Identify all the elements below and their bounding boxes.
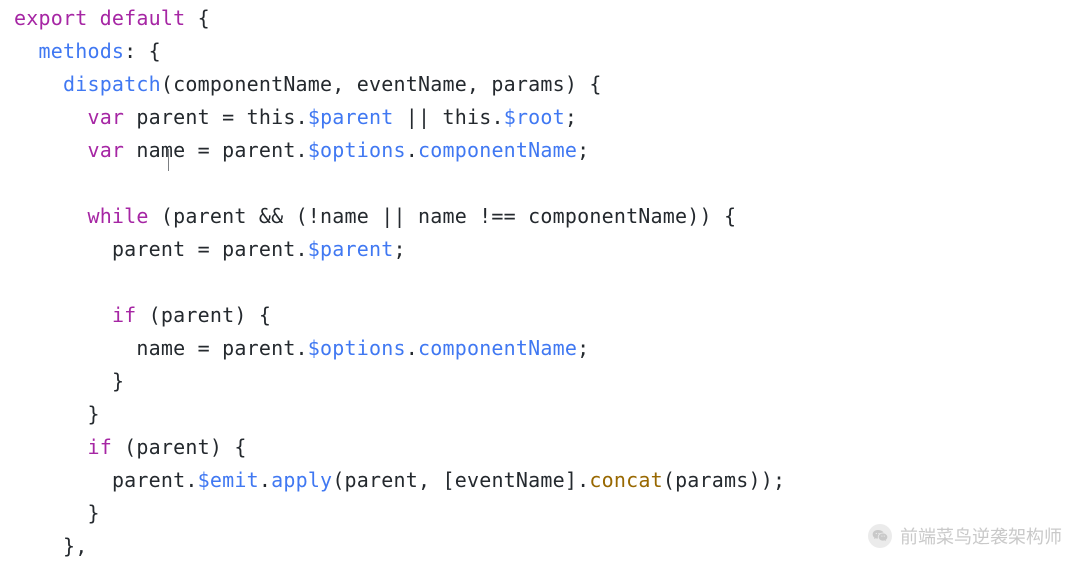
- code-line: name = parent.$options.componentName;: [14, 336, 589, 360]
- token-pun: ;: [577, 336, 589, 360]
- code-block: export default { methods: { dispatch(com…: [0, 0, 1080, 563]
- token-dol: $emit: [198, 468, 259, 492]
- token-kw: if: [112, 303, 136, 327]
- token-pun: ;: [565, 105, 577, 129]
- token-dol: $parent: [308, 105, 394, 129]
- token-pun: (parent && (!name || name !== componentN…: [149, 204, 737, 228]
- token-con: concat: [589, 468, 662, 492]
- token-dol: $options: [308, 138, 406, 162]
- token-pun: name = parent.: [136, 336, 307, 360]
- code-line: var name = parent.$options.componentName…: [14, 138, 589, 162]
- token-pun: (parent) {: [136, 303, 271, 327]
- code-line: }: [14, 501, 100, 525]
- token-pun: .: [491, 105, 503, 129]
- token-pun: (params));: [663, 468, 785, 492]
- code-line: if (parent) {: [14, 303, 271, 327]
- token-kw: var: [87, 105, 124, 129]
- token-pun: },: [63, 534, 87, 558]
- code-line: if (parent) {: [14, 435, 247, 459]
- token-id: methods: [38, 39, 124, 63]
- watermark-text: 前端菜鸟逆袭架构师: [900, 523, 1062, 549]
- token-pun: name = parent.: [124, 138, 308, 162]
- code-line: var parent = this.$parent || this.$root;: [14, 105, 577, 129]
- token-pun: .: [406, 138, 418, 162]
- token-pun: .: [406, 336, 418, 360]
- code-line: while (parent && (!name || name !== comp…: [14, 204, 736, 228]
- token-pun: ||: [394, 105, 443, 129]
- code-line: methods: {: [14, 39, 161, 63]
- token-kw: export default: [14, 6, 185, 30]
- token-kw: var: [87, 138, 124, 162]
- token-id: dispatch: [63, 72, 161, 96]
- token-dol: $options: [308, 336, 406, 360]
- code-line: },: [14, 534, 87, 558]
- token-pun: : {: [124, 39, 161, 63]
- token-prop: componentName: [418, 336, 577, 360]
- token-pun: ;: [393, 237, 405, 261]
- token-th: this: [442, 105, 491, 129]
- wechat-icon: [868, 524, 892, 548]
- token-pun: parent =: [124, 105, 246, 129]
- watermark: 前端菜鸟逆袭架构师: [868, 523, 1062, 549]
- token-prop: componentName: [418, 138, 577, 162]
- token-pun: }: [112, 369, 124, 393]
- token-pun: ;: [577, 138, 589, 162]
- token-pun: parent = parent.: [112, 237, 308, 261]
- code-line: parent.$emit.apply(parent, [eventName].c…: [14, 468, 785, 492]
- token-pun: (parent) {: [112, 435, 247, 459]
- code-line: export default {: [14, 6, 210, 30]
- code-line: parent = parent.$parent;: [14, 237, 406, 261]
- token-kw: if: [87, 435, 111, 459]
- token-pun: .: [296, 105, 308, 129]
- token-pun: (componentName, eventName, params) {: [161, 72, 602, 96]
- code-line: dispatch(componentName, eventName, param…: [14, 72, 602, 96]
- token-kw: while: [87, 204, 148, 228]
- token-th: this: [247, 105, 296, 129]
- token-pun: parent.: [112, 468, 198, 492]
- token-id: apply: [271, 468, 332, 492]
- token-pun: }: [87, 402, 99, 426]
- token-pun: {: [185, 6, 209, 30]
- text-cursor: [168, 149, 169, 171]
- token-pun: .: [259, 468, 271, 492]
- code-line: }: [14, 369, 124, 393]
- code-line: }: [14, 402, 100, 426]
- token-dol: $root: [504, 105, 565, 129]
- token-pun: }: [87, 501, 99, 525]
- token-pun: (parent, [eventName].: [332, 468, 589, 492]
- token-dol: $parent: [308, 237, 394, 261]
